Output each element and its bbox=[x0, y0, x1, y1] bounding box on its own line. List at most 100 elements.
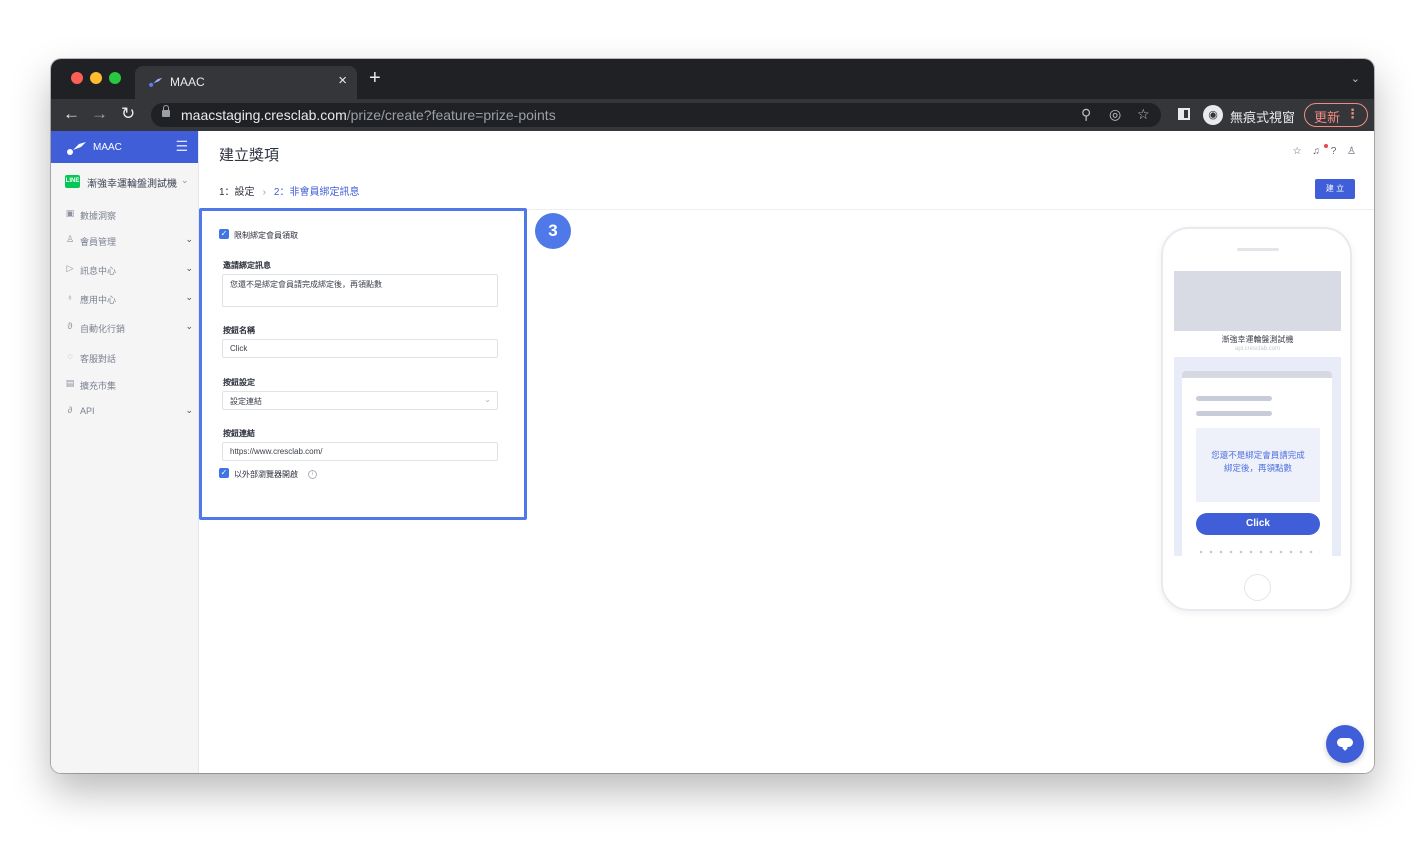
sidebar-item-api[interactable]: ∂ API ⌄ bbox=[65, 405, 193, 421]
sidebar-item-apps[interactable]: ♁ 應用中心 ⌄ bbox=[65, 292, 193, 308]
account-name: 漸強幸運輪盤測試機 bbox=[87, 179, 177, 190]
preview-title-bar: 漸強幸運輪盤測試機 api.cresclab.com bbox=[1174, 331, 1341, 357]
sidebar-item-label: API bbox=[80, 406, 95, 416]
button-setting-select[interactable]: 設定連結 ⌄ bbox=[222, 391, 498, 410]
button-name-label: 按鈕名稱 bbox=[223, 326, 255, 335]
breadcrumb: 1：設定 › 2：非會員綁定訊息 bbox=[219, 183, 359, 198]
maac-logo-icon bbox=[67, 142, 86, 155]
step-marker: 3 bbox=[535, 213, 571, 249]
main-content: 建立獎項 ☆ ♫ ? ♙ 1：設定 › 2：非會員綁定訊息 建 立 ✓ 限制綁定會員… bbox=[199, 131, 1374, 773]
help-icon[interactable]: ? bbox=[1331, 146, 1337, 157]
sidebar-item-label: 訊息中心 bbox=[80, 266, 117, 276]
maximize-window-icon[interactable] bbox=[109, 72, 121, 84]
tab-strip: MAAC × + ⌄ bbox=[51, 59, 1374, 99]
star-icon[interactable]: ☆ bbox=[1293, 146, 1302, 157]
phone-home-button bbox=[1244, 574, 1271, 601]
page-title: 建立獎項 bbox=[219, 147, 280, 164]
bell-icon[interactable]: ♫ bbox=[1312, 146, 1320, 157]
external-browser-label: 以外部瀏覽器開啟 bbox=[234, 470, 298, 479]
hamburger-menu-icon[interactable]: ☰ bbox=[175, 138, 188, 155]
sidebar-item-automation[interactable]: ϑ 自動化行銷 ⌄ bbox=[65, 321, 193, 337]
invite-message-label: 邀請綁定訊息 bbox=[223, 261, 271, 270]
chevron-down-icon: ⌄ bbox=[185, 234, 193, 244]
sidebar: MAAC ☰ LINE 漸強幸運輪盤測試機 ⌄ ▣ 數據洞察 ♙ 會員管理 ⌄ … bbox=[51, 131, 199, 773]
address-bar[interactable]: maacstaging.cresclab.com/prize/create?fe… bbox=[151, 103, 1161, 127]
invite-message-value: 您還不是綁定會員請完成綁定後，再領點數 bbox=[230, 280, 382, 289]
invite-message-textarea[interactable]: 您還不是綁定會員請完成綁定後，再領點數 bbox=[222, 274, 498, 307]
person-icon: ♙ bbox=[65, 234, 75, 244]
incognito-icon[interactable]: ◉ bbox=[1203, 105, 1223, 125]
breadcrumb-step-settings[interactable]: 1：設定 bbox=[219, 187, 255, 198]
update-label: 更新 bbox=[1314, 110, 1341, 125]
external-browser-checkbox[interactable]: ✓ bbox=[219, 468, 229, 478]
preview-card: 您還不是綁定會員請完成綁定後，再領點數 Click bbox=[1182, 371, 1332, 556]
sidebar-item-label: 應用中心 bbox=[80, 295, 117, 305]
sidebar-item-members[interactable]: ♙ 會員管理 ⌄ bbox=[65, 234, 193, 250]
brand-name: MAAC bbox=[93, 142, 122, 153]
skeleton-line bbox=[1196, 411, 1272, 416]
chat-bubble-icon: ◌ bbox=[67, 351, 73, 361]
maac-logo-icon bbox=[149, 77, 163, 87]
tracking-blocked-icon[interactable]: ◎ bbox=[1109, 106, 1121, 123]
forward-icon[interactable]: → bbox=[91, 104, 108, 124]
maac-app: MAAC ☰ LINE 漸強幸運輪盤測試機 ⌄ ▣ 數據洞察 ♙ 會員管理 ⌄ … bbox=[51, 131, 1374, 773]
zoom-icon[interactable]: ⚲ bbox=[1081, 106, 1091, 123]
preview-url: api.cresclab.com bbox=[1234, 346, 1281, 352]
button-setting-label: 按鈕設定 bbox=[223, 378, 255, 387]
restrict-member-label: 限制綁定會員領取 bbox=[234, 231, 298, 240]
new-tab-button[interactable]: + bbox=[369, 67, 381, 90]
sidebar-item-marketplace[interactable]: ▤ 擴充市集 bbox=[65, 378, 193, 394]
link-icon: ∂ bbox=[67, 405, 73, 415]
chat-support-button[interactable] bbox=[1326, 725, 1364, 763]
close-tab-icon[interactable]: × bbox=[338, 72, 347, 89]
breadcrumb-step-binding-message[interactable]: 2：非會員綁定訊息 bbox=[274, 187, 360, 198]
tab-title: MAAC bbox=[170, 75, 205, 89]
store-icon: ▤ bbox=[65, 378, 75, 388]
chevron-down-icon: ⌄ bbox=[484, 395, 491, 404]
close-window-icon[interactable] bbox=[71, 72, 83, 84]
ticket-perforation bbox=[1196, 550, 1320, 554]
button-link-label: 按鈕連結 bbox=[223, 429, 255, 438]
browser-tab-maac[interactable]: MAAC × bbox=[135, 66, 357, 99]
binding-form-highlight: ✓ 限制綁定會員領取 邀請綁定訊息 您還不是綁定會員請完成綁定後，再領點數 按鈕… bbox=[199, 208, 527, 520]
preview-body: 您還不是綁定會員請完成綁定後，再領點數 Click bbox=[1174, 357, 1341, 556]
chart-icon: ▣ bbox=[65, 208, 75, 218]
sidebar-item-insights[interactable]: ▣ 數據洞察 bbox=[65, 208, 193, 224]
sidebar-item-messages[interactable]: ▷ 訊息中心 ⌄ bbox=[65, 263, 193, 279]
incognito-label[interactable]: 無痕式視窗 bbox=[1230, 107, 1295, 126]
update-button[interactable]: 更新 ⋮ bbox=[1304, 103, 1368, 127]
notification-dot bbox=[1324, 144, 1328, 148]
breadcrumb-separator: › bbox=[262, 187, 266, 198]
sidebar-item-label: 會員管理 bbox=[80, 237, 117, 247]
create-button[interactable]: 建 立 bbox=[1315, 179, 1355, 199]
more-icon: ⋮ bbox=[1346, 106, 1359, 121]
sidebar-item-label: 客服對話 bbox=[80, 354, 117, 364]
chat-icon bbox=[1337, 738, 1353, 747]
sidebar-item-label: 自動化行銷 bbox=[80, 324, 126, 334]
account-switcher[interactable]: LINE 漸強幸運輪盤測試機 ⌄ bbox=[65, 173, 195, 191]
phone-speaker bbox=[1237, 248, 1279, 251]
preview-account-name: 漸強幸運輪盤測試機 bbox=[1221, 335, 1294, 344]
chevron-down-icon: ⌄ bbox=[185, 321, 193, 331]
phone-screen: 漸強幸運輪盤測試機 api.cresclab.com 您還不是綁定會員請完成綁定… bbox=[1174, 271, 1341, 556]
sidebar-item-label: 擴充市集 bbox=[80, 381, 117, 391]
preview-message-box: 您還不是綁定會員請完成綁定後，再領點數 bbox=[1196, 428, 1320, 502]
tab-search-icon[interactable]: ⌄ bbox=[1351, 72, 1360, 85]
sidebar-item-label: 數據洞察 bbox=[80, 211, 117, 221]
restrict-member-checkbox[interactable]: ✓ bbox=[219, 229, 229, 239]
bulb-icon: ♁ bbox=[66, 292, 74, 302]
line-icon: LINE bbox=[65, 175, 80, 188]
lock-icon[interactable] bbox=[162, 105, 170, 117]
info-icon[interactable]: i bbox=[308, 470, 317, 479]
back-icon[interactable]: ← bbox=[63, 104, 80, 124]
reload-icon[interactable]: ↻ bbox=[121, 104, 135, 124]
sidebar-item-chat[interactable]: ◌ 客服對話 bbox=[65, 351, 193, 367]
button-link-input[interactable]: https://www.cresclab.com/ bbox=[222, 442, 498, 461]
button-name-input[interactable]: Click bbox=[222, 339, 498, 358]
url-text[interactable]: maacstaging.cresclab.com/prize/create?fe… bbox=[181, 107, 556, 123]
user-icon[interactable]: ♙ bbox=[1347, 146, 1356, 157]
bookmark-star-icon[interactable]: ☆ bbox=[1137, 106, 1150, 123]
side-panel-icon[interactable] bbox=[1178, 108, 1190, 120]
minimize-window-icon[interactable] bbox=[90, 72, 102, 84]
browser-toolbar: ← → ↻ maacstaging.cresclab.com/prize/cre… bbox=[51, 99, 1374, 131]
